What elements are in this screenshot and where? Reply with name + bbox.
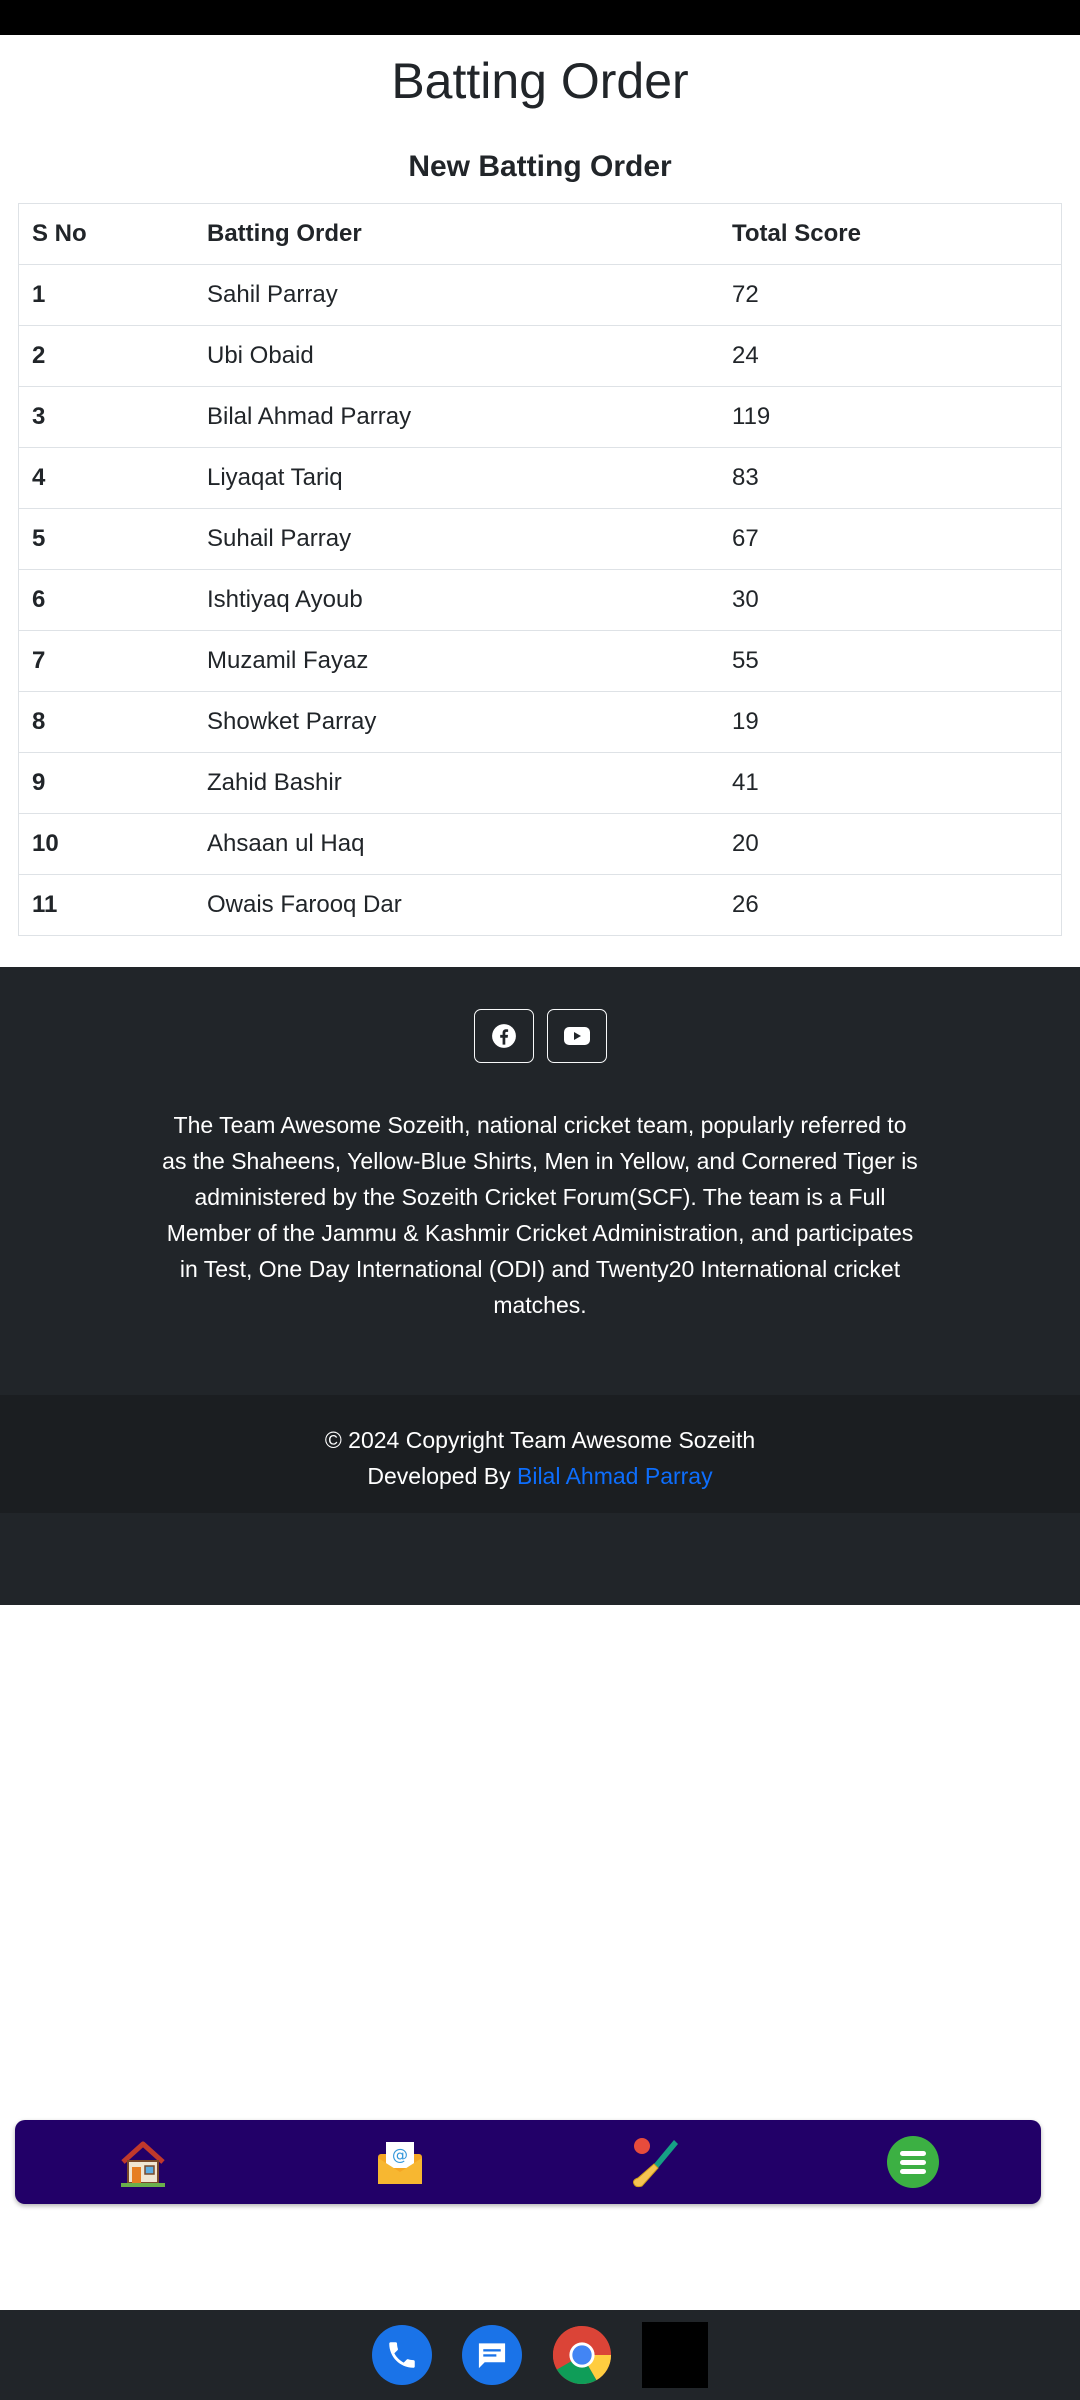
mail-icon: @ (377, 2142, 422, 2184)
table-row: 5 Suhail Parray 67 (18, 508, 1062, 570)
column-header-total-score: Total Score (719, 203, 1062, 265)
cell-score: 72 (719, 264, 1062, 326)
menu-icon (886, 2136, 939, 2188)
chrome-app[interactable] (552, 2325, 612, 2385)
cell-sno: 7 (18, 630, 194, 692)
cell-player-name: Liyaqat Tariq (194, 447, 719, 509)
cell-score: 20 (719, 813, 1062, 875)
section-title: New Batting Order (408, 150, 672, 183)
developed-by-label: Developed By (367, 1463, 517, 1489)
table-row: 3 Bilal Ahmad Parray 119 (18, 386, 1062, 448)
table-row: 8 Showket Parray 19 (18, 691, 1062, 753)
cell-score: 30 (719, 569, 1062, 631)
cell-player-name: Showket Parray (194, 691, 719, 753)
app-thumbnail[interactable] (642, 2322, 708, 2388)
cell-sno: 9 (18, 752, 194, 814)
cell-sno: 2 (18, 325, 194, 387)
svg-text:@: @ (392, 2145, 408, 2164)
nav-cricket[interactable] (626, 2132, 686, 2192)
cell-score: 55 (719, 630, 1062, 692)
table-row: 1 Sahil Parray 72 (18, 264, 1062, 326)
cell-player-name: Sahil Parray (194, 264, 719, 326)
column-header-batting-order: Batting Order (194, 203, 719, 265)
cell-player-name: Bilal Ahmad Parray (194, 386, 719, 448)
table-row: 4 Liyaqat Tariq 83 (18, 447, 1062, 509)
cell-score: 26 (719, 874, 1062, 936)
table-row: 11 Owais Farooq Dar 26 (18, 874, 1062, 936)
cell-player-name: Muzamil Fayaz (194, 630, 719, 692)
cell-score: 19 (719, 691, 1062, 753)
batting-order-table: S No Batting Order Total Score 1 Sahil P… (18, 203, 1062, 936)
facebook-icon (491, 1024, 516, 1048)
table-row: 10 Ahsaan ul Haq 20 (18, 813, 1062, 875)
status-bar (0, 0, 1080, 35)
cell-player-name: Owais Farooq Dar (194, 874, 719, 936)
nav-contact[interactable]: @ (370, 2132, 430, 2192)
phone-app[interactable] (372, 2325, 432, 2385)
table-row: 6 Ishtiyaq Ayoub 30 (18, 569, 1062, 631)
cricket-icon (633, 2138, 679, 2188)
cell-sno: 10 (18, 813, 194, 875)
messages-app[interactable] (462, 2325, 522, 2385)
developer-link[interactable]: Bilal Ahmad Parray (517, 1463, 713, 1489)
about-text: The Team Awesome Sozeith, national crick… (162, 1112, 918, 1318)
cell-score: 24 (719, 325, 1062, 387)
page-title: Batting Order (391, 53, 689, 109)
cell-score: 67 (719, 508, 1062, 570)
system-dock (0, 2310, 1080, 2400)
column-header-sno: S No (18, 203, 194, 265)
phone-icon (389, 2342, 415, 2368)
table-row: 9 Zahid Bashir 41 (18, 752, 1062, 814)
cell-player-name: Suhail Parray (194, 508, 719, 570)
cell-sno: 8 (18, 691, 194, 753)
facebook-button[interactable] (473, 1009, 534, 1063)
home-icon (121, 2141, 166, 2187)
youtube-icon (563, 1027, 590, 1045)
cell-player-name: Ishtiyaq Ayoub (194, 569, 719, 631)
cell-sno: 6 (18, 569, 194, 631)
table-header-row: S No Batting Order Total Score (18, 203, 1062, 265)
nav-home[interactable] (113, 2132, 173, 2192)
cell-sno: 11 (18, 874, 194, 936)
cell-sno: 3 (18, 386, 194, 448)
cell-score: 119 (719, 386, 1062, 448)
chrome-icon (552, 2325, 612, 2385)
developed-by: Developed By Bilal Ahmad Parray (0, 1458, 1080, 1494)
cell-player-name: Ahsaan ul Haq (194, 813, 719, 875)
cell-sno: 5 (18, 508, 194, 570)
cell-sno: 1 (18, 264, 194, 326)
cell-sno: 4 (18, 447, 194, 509)
youtube-button[interactable] (546, 1009, 607, 1063)
cell-player-name: Zahid Bashir (194, 752, 719, 814)
bottom-nav: @ (15, 2120, 1041, 2204)
table-row: 7 Muzamil Fayaz 55 (18, 630, 1062, 692)
messages-icon (478, 2343, 506, 2369)
table-row: 2 Ubi Obaid 24 (18, 325, 1062, 387)
nav-menu[interactable] (883, 2132, 943, 2192)
cell-score: 83 (719, 447, 1062, 509)
cell-score: 41 (719, 752, 1062, 814)
footer: The Team Awesome Sozeith, national crick… (0, 967, 1080, 1605)
copyright-bar: © 2024 Copyright Team Awesome Sozeith De… (0, 1395, 1080, 1513)
copyright-text: © 2024 Copyright Team Awesome Sozeith (324, 1427, 756, 1453)
social-links (0, 1009, 1080, 1063)
cell-player-name: Ubi Obaid (194, 325, 719, 387)
